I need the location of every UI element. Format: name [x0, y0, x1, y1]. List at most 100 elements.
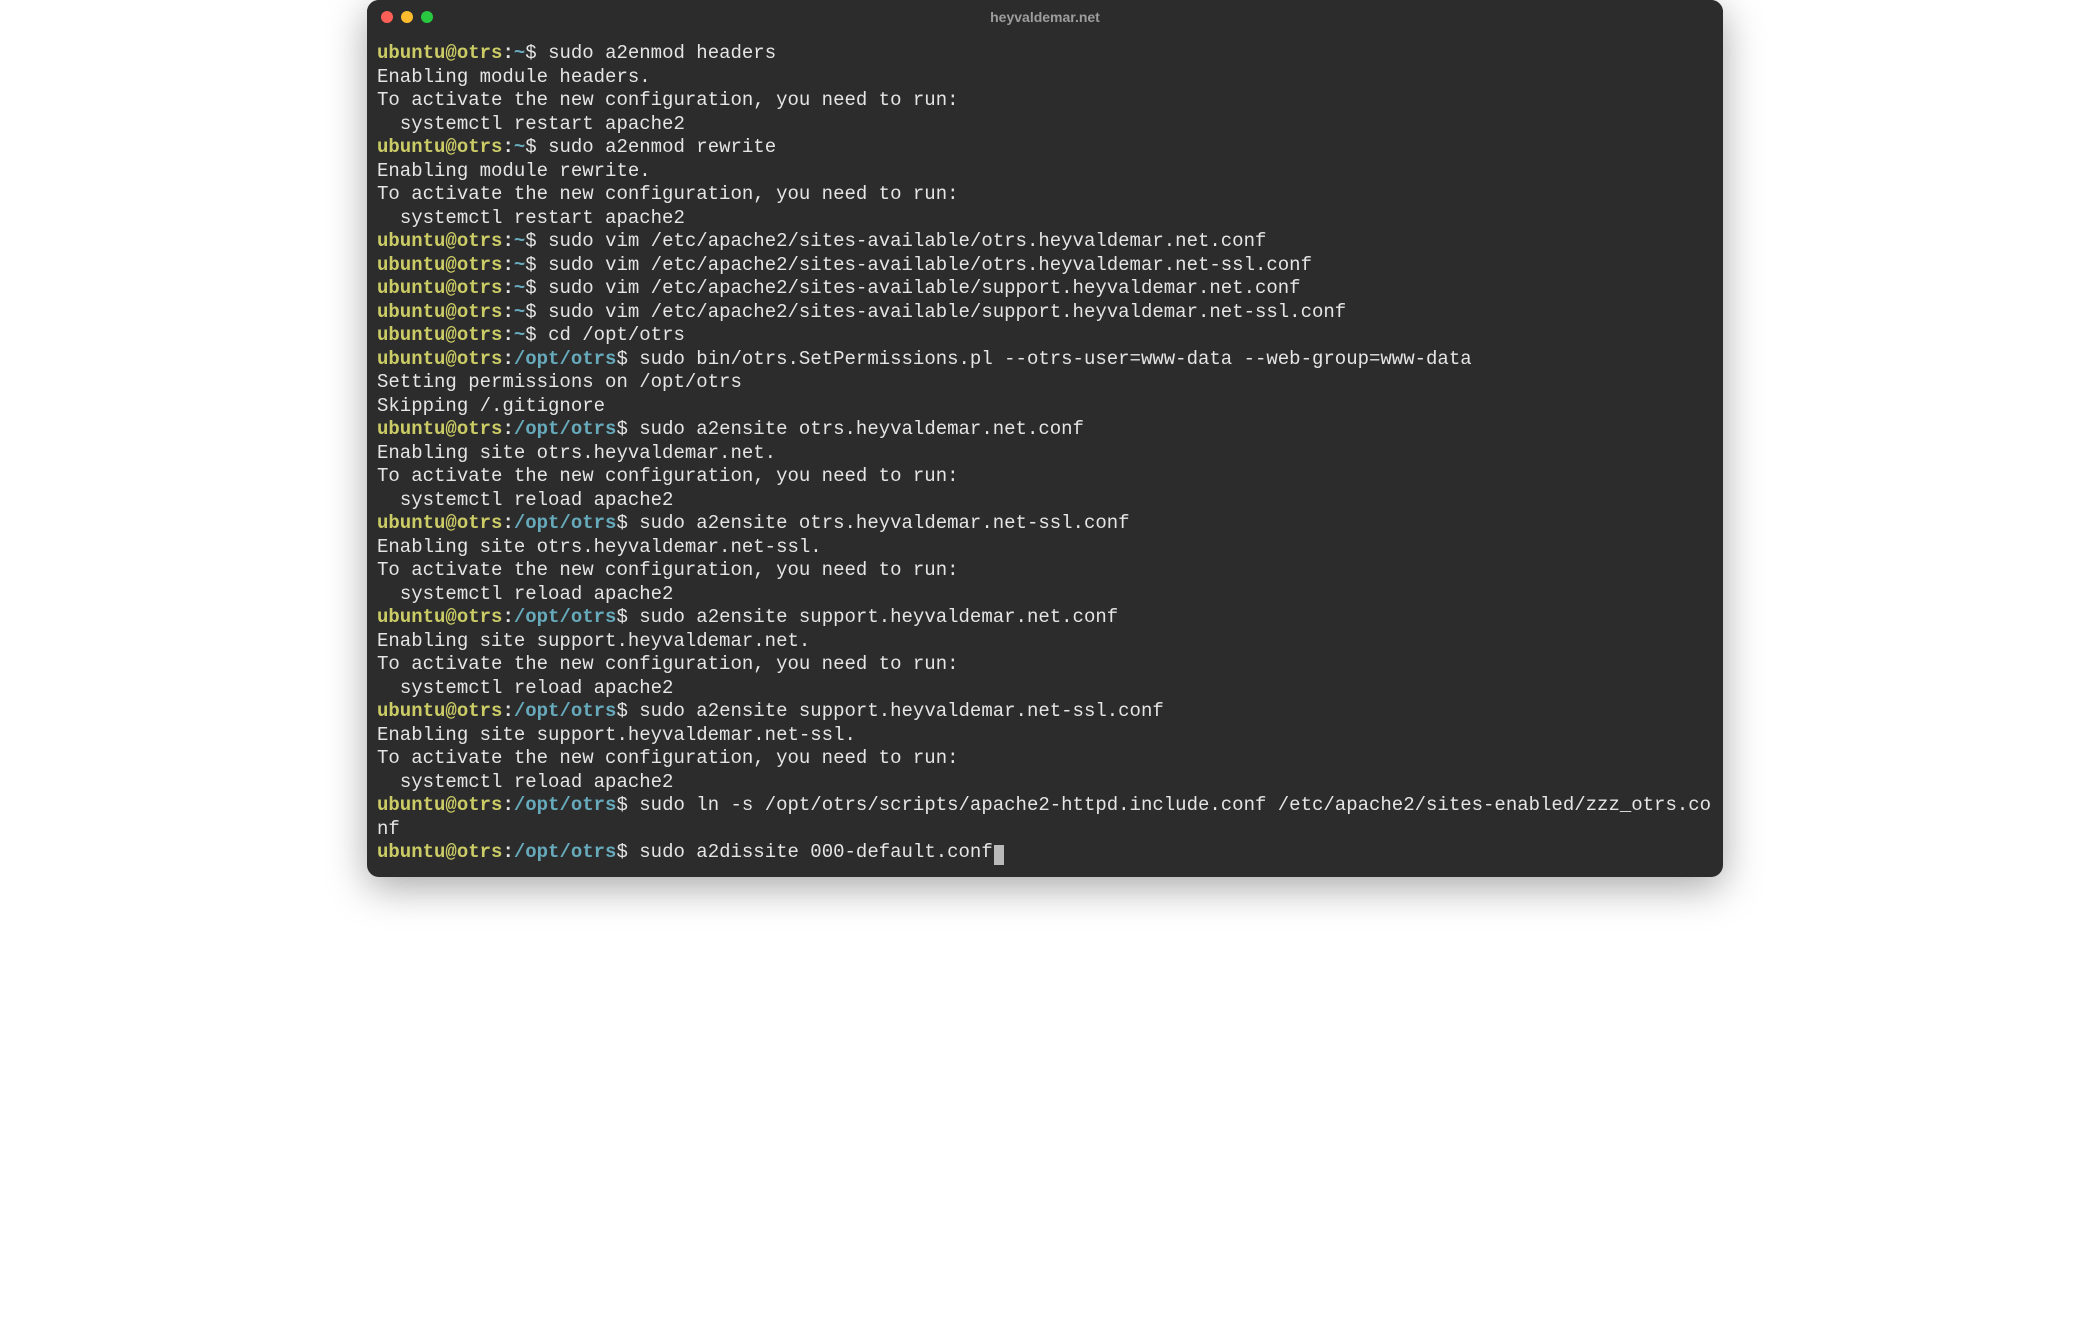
prompt-path: /opt/otrs [514, 794, 617, 816]
output-text: To activate the new configuration, you n… [377, 559, 959, 581]
command-text: sudo a2enmod headers [548, 42, 776, 64]
terminal-window: heyvaldemar.net ubuntu@otrs:~$ sudo a2en… [367, 0, 1723, 877]
terminal-output-line: systemctl restart apache2 [377, 207, 1713, 231]
command-text: sudo a2ensite otrs.heyvaldemar.net-ssl.c… [639, 512, 1129, 534]
prompt-host: otrs [457, 348, 503, 370]
command-text: sudo a2ensite support.heyvaldemar.net-ss… [639, 700, 1164, 722]
prompt-dollar: $ [525, 230, 548, 252]
output-text: systemctl reload apache2 [377, 489, 673, 511]
terminal-output-line: Setting permissions on /opt/otrs [377, 371, 1713, 395]
prompt-host: otrs [457, 324, 503, 346]
maximize-icon[interactable] [421, 11, 433, 23]
output-text: systemctl restart apache2 [377, 113, 685, 135]
prompt-colon: : [502, 230, 513, 252]
prompt-user: ubuntu [377, 794, 445, 816]
prompt-path: ~ [514, 301, 525, 323]
prompt-user: ubuntu [377, 418, 445, 440]
terminal-output-line: To activate the new configuration, you n… [377, 747, 1713, 771]
prompt-colon: : [502, 348, 513, 370]
prompt-at: @ [445, 700, 456, 722]
prompt-at: @ [445, 512, 456, 534]
output-text: Enabling site otrs.heyvaldemar.net. [377, 442, 776, 464]
prompt-colon: : [502, 301, 513, 323]
prompt-path: /opt/otrs [514, 606, 617, 628]
terminal-output-line: To activate the new configuration, you n… [377, 653, 1713, 677]
output-text: To activate the new configuration, you n… [377, 653, 959, 675]
prompt-dollar: $ [616, 418, 639, 440]
command-text: sudo vim /etc/apache2/sites-available/ot… [548, 254, 1312, 276]
minimize-icon[interactable] [401, 11, 413, 23]
terminal-prompt-line: ubuntu@otrs:/opt/otrs$ sudo a2dissite 00… [377, 841, 1713, 865]
prompt-colon: : [502, 324, 513, 346]
terminal-output-line: To activate the new configuration, you n… [377, 183, 1713, 207]
prompt-at: @ [445, 230, 456, 252]
prompt-host: otrs [457, 841, 503, 863]
terminal-prompt-line: ubuntu@otrs:~$ sudo vim /etc/apache2/sit… [377, 277, 1713, 301]
terminal-output-line: systemctl reload apache2 [377, 677, 1713, 701]
prompt-colon: : [502, 512, 513, 534]
terminal-output-line: Enabling module headers. [377, 66, 1713, 90]
terminal-prompt-line: ubuntu@otrs:~$ sudo vim /etc/apache2/sit… [377, 254, 1713, 278]
prompt-user: ubuntu [377, 230, 445, 252]
terminal-prompt-line: ubuntu@otrs:~$ sudo a2enmod rewrite [377, 136, 1713, 160]
terminal-prompt-line: ubuntu@otrs:/opt/otrs$ sudo a2ensite otr… [377, 512, 1713, 536]
command-text: sudo a2ensite support.heyvaldemar.net.co… [639, 606, 1118, 628]
prompt-path: ~ [514, 324, 525, 346]
output-text: systemctl restart apache2 [377, 207, 685, 229]
prompt-host: otrs [457, 512, 503, 534]
terminal-prompt-line: ubuntu@otrs:~$ sudo a2enmod headers [377, 42, 1713, 66]
command-text: sudo vim /etc/apache2/sites-available/su… [548, 277, 1301, 299]
prompt-colon: : [502, 606, 513, 628]
prompt-host: otrs [457, 136, 503, 158]
prompt-dollar: $ [525, 324, 548, 346]
prompt-colon: : [502, 700, 513, 722]
prompt-host: otrs [457, 230, 503, 252]
prompt-user: ubuntu [377, 254, 445, 276]
terminal-prompt-line: ubuntu@otrs:~$ sudo vim /etc/apache2/sit… [377, 230, 1713, 254]
terminal-output-line: systemctl reload apache2 [377, 771, 1713, 795]
terminal-output-line: systemctl reload apache2 [377, 489, 1713, 513]
terminal-prompt-line: ubuntu@otrs:~$ cd /opt/otrs [377, 324, 1713, 348]
prompt-at: @ [445, 324, 456, 346]
prompt-host: otrs [457, 42, 503, 64]
output-text: Enabling module headers. [377, 66, 651, 88]
prompt-host: otrs [457, 700, 503, 722]
prompt-user: ubuntu [377, 277, 445, 299]
prompt-host: otrs [457, 277, 503, 299]
output-text: Setting permissions on /opt/otrs [377, 371, 742, 393]
prompt-at: @ [445, 254, 456, 276]
prompt-colon: : [502, 42, 513, 64]
terminal-output-line: Enabling site otrs.heyvaldemar.net-ssl. [377, 536, 1713, 560]
prompt-path: ~ [514, 42, 525, 64]
output-text: To activate the new configuration, you n… [377, 465, 959, 487]
terminal-prompt-line: ubuntu@otrs:/opt/otrs$ sudo bin/otrs.Set… [377, 348, 1713, 372]
terminal-body[interactable]: ubuntu@otrs:~$ sudo a2enmod headersEnabl… [367, 34, 1723, 877]
prompt-colon: : [502, 794, 513, 816]
prompt-host: otrs [457, 606, 503, 628]
close-icon[interactable] [381, 11, 393, 23]
prompt-at: @ [445, 301, 456, 323]
prompt-colon: : [502, 254, 513, 276]
command-text: sudo a2dissite 000-default.conf [639, 841, 992, 863]
terminal-output-line: To activate the new configuration, you n… [377, 559, 1713, 583]
prompt-dollar: $ [525, 277, 548, 299]
prompt-colon: : [502, 136, 513, 158]
terminal-output-line: Enabling module rewrite. [377, 160, 1713, 184]
prompt-path: /opt/otrs [514, 348, 617, 370]
window-title: heyvaldemar.net [367, 9, 1723, 25]
terminal-output-line: systemctl reload apache2 [377, 583, 1713, 607]
prompt-at: @ [445, 841, 456, 863]
output-text: Skipping /.gitignore [377, 395, 605, 417]
output-text: systemctl reload apache2 [377, 677, 673, 699]
prompt-path: ~ [514, 136, 525, 158]
prompt-dollar: $ [616, 512, 639, 534]
prompt-dollar: $ [525, 254, 548, 276]
command-text: sudo vim /etc/apache2/sites-available/ot… [548, 230, 1266, 252]
prompt-path: ~ [514, 254, 525, 276]
prompt-at: @ [445, 277, 456, 299]
terminal-output-line: Enabling site support.heyvaldemar.net. [377, 630, 1713, 654]
prompt-dollar: $ [525, 301, 548, 323]
prompt-at: @ [445, 606, 456, 628]
output-text: Enabling module rewrite. [377, 160, 651, 182]
prompt-colon: : [502, 418, 513, 440]
